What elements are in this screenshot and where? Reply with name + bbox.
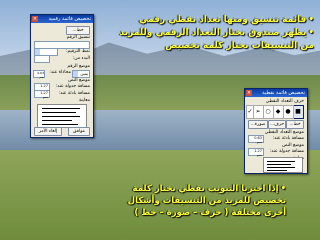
aligned-at-value: 0.63 سم <box>37 71 44 79</box>
preview-line <box>267 161 295 162</box>
aligned-at-stepper[interactable]: 0.63 سم <box>33 70 45 79</box>
tab-space-label: مسافة جدولة عند: <box>269 149 304 154</box>
bottom-caption-line: •إذا اخترنا التبويب نقطي نختار كلمة <box>133 183 287 195</box>
dialog-titlebar: تخصيص قائمة نقطية × <box>245 89 307 97</box>
bottom-caption-text: تخصيص للمزيد من التنسيقات وأشكال <box>127 196 286 206</box>
preview-label: معاينة <box>79 98 90 103</box>
dialog-title: تخصيص قائمة نقطية <box>262 90 305 96</box>
preview-line <box>267 167 295 168</box>
bullet-position-label: موضع التعداد النقطي <box>264 130 304 135</box>
preview-line <box>267 164 291 165</box>
cancel-button[interactable]: إلغاء الأمر <box>34 127 62 136</box>
indent-value: 1.27 سم <box>40 91 48 99</box>
tab-space-label: مسافة جدولة عند: <box>55 84 90 89</box>
format-label: تنسيق الرقم <box>66 35 90 40</box>
top-caption: •قائمة تنسيق ومنها تعداد نقطي رقمي •يظهر… <box>119 14 314 53</box>
indent-stepper[interactable]: 0.63 سم <box>248 135 264 144</box>
customize-bulleted-list-dialog: تخصيص قائمة نقطية × حرف التعداد النقطي ■… <box>244 88 308 174</box>
bottom-caption-line: تخصيص للمزيد من التنسيقات وأشكال <box>128 195 286 207</box>
tab-space-value: 1.27 سم <box>254 149 262 157</box>
top-caption-line: •قائمة تنسيق ومنها تعداد نقطي رقمي <box>128 14 314 27</box>
tab-space-stepper[interactable]: 1.27 سم <box>248 148 264 157</box>
bullet-mark: • <box>308 28 314 38</box>
bottom-caption-text: أخرى مختلفة ( حرف – صورة – خط ) <box>134 208 286 218</box>
preview-line <box>42 120 72 121</box>
top-caption-text: من التنسيقات نختار كلمة تخصيص <box>165 41 314 51</box>
start-at-stepper[interactable] <box>34 55 50 63</box>
indent-value: 0.63 سم <box>254 136 262 144</box>
preview-line <box>42 124 78 125</box>
dialog-title: تخصيص قائمة رقمية <box>48 16 91 22</box>
bullet-option[interactable]: ✓ <box>246 105 254 119</box>
bottom-caption: •إذا اخترنا التبويب نقطي نختار كلمة تخصي… <box>128 183 287 219</box>
bullet-mark: • <box>280 184 286 194</box>
character-button[interactable]: حرف... <box>268 120 286 129</box>
number-position-label: موضع الرقم <box>67 64 90 69</box>
top-caption-text: يظهر صندوق نختار التعداد الرقمي وللمزيد <box>119 28 307 38</box>
alignment-select[interactable]: يمين <box>72 70 90 78</box>
alignment-value: يمين <box>80 71 88 76</box>
top-caption-line: •يظهر صندوق نختار التعداد الرقمي وللمزيد <box>119 27 314 40</box>
preview-box <box>263 157 303 173</box>
chevron-down-icon <box>73 71 78 77</box>
font-button[interactable]: خط... <box>286 120 304 129</box>
preview-line <box>267 170 287 171</box>
indent-stepper[interactable]: 1.27 سم <box>34 90 50 99</box>
text-position-label: موضع النص <box>68 78 90 83</box>
close-icon[interactable]: × <box>32 16 38 22</box>
top-caption-line: من التنسيقات نختار كلمة تخصيص <box>128 40 314 53</box>
bottom-caption-text: إذا اخترنا التبويب نقطي نختار كلمة <box>132 184 279 194</box>
preview-box <box>37 104 87 128</box>
text-position-label: موضع النص <box>282 143 304 148</box>
picture-button[interactable]: صورة... <box>248 120 268 129</box>
bullet-mark: • <box>308 15 314 25</box>
top-caption-text: قائمة تنسيق ومنها تعداد نقطي رقمي <box>138 15 307 25</box>
dialog-titlebar: تخصيص قائمة رقمية × <box>31 15 93 23</box>
preview-line <box>42 112 76 113</box>
customize-numbered-list-dialog: تخصيص قائمة رقمية × خط... تنسيق الرقم نم… <box>30 14 94 138</box>
start-at-label: البدء من: <box>72 56 90 61</box>
preview-line <box>42 116 80 117</box>
preview-line <box>42 108 80 109</box>
ok-button[interactable]: موافق <box>68 127 90 136</box>
aligned-at-label: محاذاة عند: <box>49 70 71 75</box>
number-style-label: نمط الترقيم: <box>65 49 90 54</box>
close-icon[interactable]: × <box>246 90 252 96</box>
indent-label: مسافة بادئة عند: <box>272 136 304 141</box>
font-button[interactable]: خط... <box>66 26 90 35</box>
indent-label: مسافة بادئة عند: <box>58 91 90 96</box>
bullet-char-label: حرف التعداد النقطي <box>265 99 304 104</box>
bottom-caption-line: أخرى مختلفة ( حرف – صورة – خط ) <box>134 207 286 219</box>
